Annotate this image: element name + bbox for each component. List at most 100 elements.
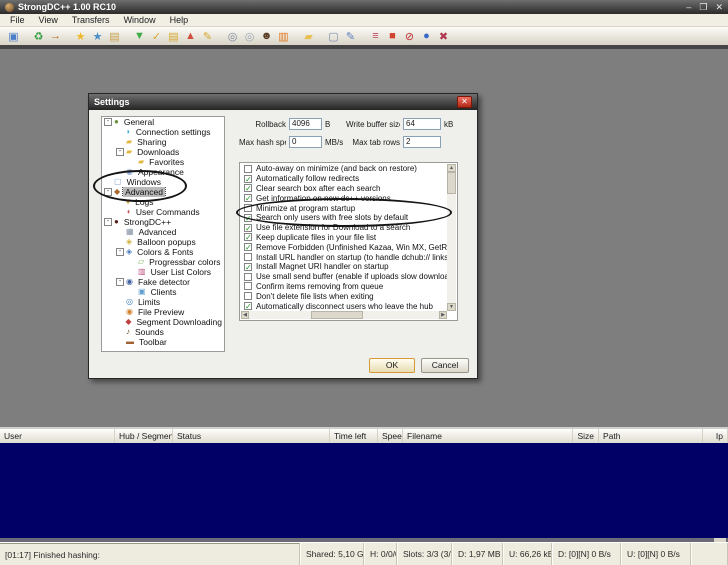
checkbox-checked-icon[interactable]: ✓ — [244, 223, 252, 232]
tree-expander-icon[interactable]: - — [104, 118, 112, 126]
column-header-hub-segments[interactable]: Hub / Segments — [115, 429, 173, 443]
download-queue-button[interactable]: ▼ — [131, 28, 148, 44]
tree-item-sounds[interactable]: ♪ Sounds — [102, 327, 224, 337]
follow-redirect-button[interactable]: → — [47, 28, 64, 44]
column-header-user[interactable]: User — [0, 429, 115, 443]
menu-file[interactable]: File — [3, 15, 32, 25]
tree-item-toolbar[interactable]: ▬ Toolbar — [102, 337, 224, 347]
checkbox-checked-icon[interactable]: ✓ — [244, 302, 252, 311]
system-log-button[interactable]: ≡ — [367, 28, 384, 44]
favorite-hubs-button[interactable]: ★ — [72, 28, 89, 44]
horizontal-scroll-thumb[interactable] — [311, 311, 363, 319]
recent-hubs-button[interactable]: ▤ — [106, 28, 123, 44]
tree-expander-icon[interactable]: - — [116, 148, 124, 156]
tree-item-strongdc[interactable]: - ● StrongDC++ — [102, 217, 224, 227]
settings-button[interactable]: ▢ — [325, 28, 342, 44]
checkbox-checked-icon[interactable]: ✓ — [244, 194, 252, 203]
max-tab-rows-input[interactable]: 2 — [403, 136, 441, 148]
option-remove-forbidden-unfinished-kazaa-win-mx-getright-emule-strongl[interactable]: ✓ Remove Forbidden (Unfinished Kazaa, Win… — [241, 242, 447, 252]
ok-button[interactable]: OK — [369, 358, 415, 373]
max-hash-speed-input[interactable]: 0 — [289, 136, 322, 148]
menu-window[interactable]: Window — [117, 15, 163, 25]
option-confirm-items-removing-from-queue[interactable]: Confirm items removing from queue — [241, 282, 447, 292]
shutdown-button[interactable]: ⊘ — [401, 28, 418, 44]
tree-item-connection-settings[interactable]: ◗ Connection settings — [102, 127, 224, 137]
options-vertical-scrollbar[interactable]: ▲ ▼ — [447, 164, 456, 311]
column-header-time-left[interactable]: Time left — [330, 429, 378, 443]
rollback-input[interactable]: 4096 — [289, 118, 322, 130]
adl-search-button[interactable]: ◎ — [241, 28, 258, 44]
tree-expander-icon[interactable]: - — [116, 278, 124, 286]
minimize-button-icon[interactable]: – — [686, 1, 691, 13]
column-header-speed[interactable]: Speed — [378, 429, 403, 443]
scroll-left-icon[interactable]: ◀ — [241, 311, 249, 319]
scroll-down-icon[interactable]: ▼ — [447, 303, 456, 311]
close-button-icon[interactable]: ✕ — [715, 1, 723, 13]
checkbox-unchecked-icon[interactable] — [244, 272, 252, 281]
web-button[interactable]: ● — [418, 28, 435, 44]
public-hubs-button[interactable]: ▣ — [5, 28, 22, 44]
vertical-scroll-thumb[interactable] — [447, 172, 456, 194]
waiting-users-button[interactable]: ▤ — [165, 28, 182, 44]
tree-item-progressbar-colors[interactable]: ▱ Progressbar colors — [102, 257, 224, 267]
column-header-size[interactable]: Size — [573, 429, 599, 443]
quit-button[interactable]: ✖ — [435, 28, 452, 44]
tree-item-segment-downloading[interactable]: ◆ Segment Downloading — [102, 317, 224, 327]
options-horizontal-scrollbar[interactable]: ◀ ▶ — [241, 311, 447, 319]
checkbox-unchecked-icon[interactable] — [244, 282, 252, 291]
notepad-button[interactable]: ✎ — [342, 28, 359, 44]
scroll-right-icon[interactable]: ▶ — [439, 311, 447, 319]
checkbox-checked-icon[interactable]: ✓ — [244, 262, 252, 271]
tree-item-balloon-popups[interactable]: ◈ Balloon popups — [102, 237, 224, 247]
column-header-status[interactable]: Status — [173, 429, 330, 443]
menu-view[interactable]: View — [32, 15, 65, 25]
column-header-ip[interactable]: Ip — [703, 429, 728, 443]
cancel-button[interactable]: Cancel — [421, 358, 469, 373]
tree-expander-icon[interactable]: - — [104, 218, 112, 226]
write-buffer-size-input[interactable]: 64 — [403, 118, 441, 130]
open-filelist-button[interactable]: ▰ — [300, 28, 317, 44]
tree-item-clients[interactable]: ▣ Clients — [102, 287, 224, 297]
checkbox-checked-icon[interactable]: ✓ — [244, 243, 252, 252]
upload-queue-button[interactable]: ▲ — [182, 28, 199, 44]
tree-item-advanced[interactable]: ▦ Advanced — [102, 227, 224, 237]
tree-item-limits[interactable]: ◎ Limits — [102, 297, 224, 307]
option-automatically-disconnect-users-who-leave-the-hub[interactable]: ✓ Automatically disconnect users who leav… — [241, 301, 447, 311]
network-statistics-button[interactable]: ▥ — [275, 28, 292, 44]
checkbox-unchecked-icon[interactable] — [244, 164, 252, 173]
tree-item-user-list-colors[interactable]: ▥ User List Colors — [102, 267, 224, 277]
transfers-pane[interactable] — [0, 443, 728, 538]
tree-item-fake-detector[interactable]: - ◉ Fake detector — [102, 277, 224, 287]
tree-expander-icon[interactable]: - — [116, 248, 124, 256]
settings-dialog-titlebar[interactable]: Settings ✕ — [89, 94, 477, 110]
checkbox-checked-icon[interactable]: ✓ — [244, 174, 252, 183]
option-don-t-delete-file-lists-when-exiting[interactable]: Don't delete file lists when exiting — [241, 291, 447, 301]
settings-close-icon[interactable]: ✕ — [457, 96, 472, 108]
finished-downloads-button[interactable]: ✓ — [148, 28, 165, 44]
option-clear-search-box-after-each-search[interactable]: ✓ Clear search box after each search — [241, 184, 447, 194]
option-auto-away-on-minimize-and-back-on-restore[interactable]: Auto-away on minimize (and back on resto… — [241, 164, 447, 174]
tree-item-sharing[interactable]: ▰ Sharing — [102, 137, 224, 147]
option-use-small-send-buffer-enable-if-uploads-slow-downloads-a-lot[interactable]: Use small send buffer (enable if uploads… — [241, 272, 447, 282]
menu-transfers[interactable]: Transfers — [65, 15, 117, 25]
checkbox-unchecked-icon[interactable] — [244, 253, 252, 262]
option-automatically-follow-redirects[interactable]: ✓ Automatically follow redirects — [241, 174, 447, 184]
option-keep-duplicate-files-in-your-file-list[interactable]: ✓ Keep duplicate files in your file list — [241, 233, 447, 243]
search-spy-button[interactable]: ☻ — [258, 28, 275, 44]
tree-item-favorites[interactable]: ▰ Favorites — [102, 157, 224, 167]
menu-help[interactable]: Help — [163, 15, 196, 25]
option-install-url-handler-on-startup-to-handle-dchub-links[interactable]: Install URL handler on startup (to handl… — [241, 252, 447, 262]
restore-button-icon[interactable]: ❐ — [699, 1, 707, 13]
finished-uploads-button[interactable]: ✎ — [199, 28, 216, 44]
tree-item-downloads[interactable]: - ▰ Downloads — [102, 147, 224, 157]
tree-item-file-preview[interactable]: ◉ File Preview — [102, 307, 224, 317]
column-header-filename[interactable]: Filename — [403, 429, 573, 443]
checkbox-checked-icon[interactable]: ✓ — [244, 233, 252, 242]
tree-item-colors-fonts[interactable]: - ◈ Colors & Fonts — [102, 247, 224, 257]
tree-item-user-commands[interactable]: ◖ User Commands — [102, 207, 224, 217]
reconnect-button[interactable]: ♻ — [30, 28, 47, 44]
away-button[interactable]: ■ — [384, 28, 401, 44]
favorite-users-button[interactable]: ★ — [89, 28, 106, 44]
option-install-magnet-uri-handler-on-startup[interactable]: ✓ Install Magnet URI handler on startup — [241, 262, 447, 272]
checkbox-checked-icon[interactable]: ✓ — [244, 184, 252, 193]
